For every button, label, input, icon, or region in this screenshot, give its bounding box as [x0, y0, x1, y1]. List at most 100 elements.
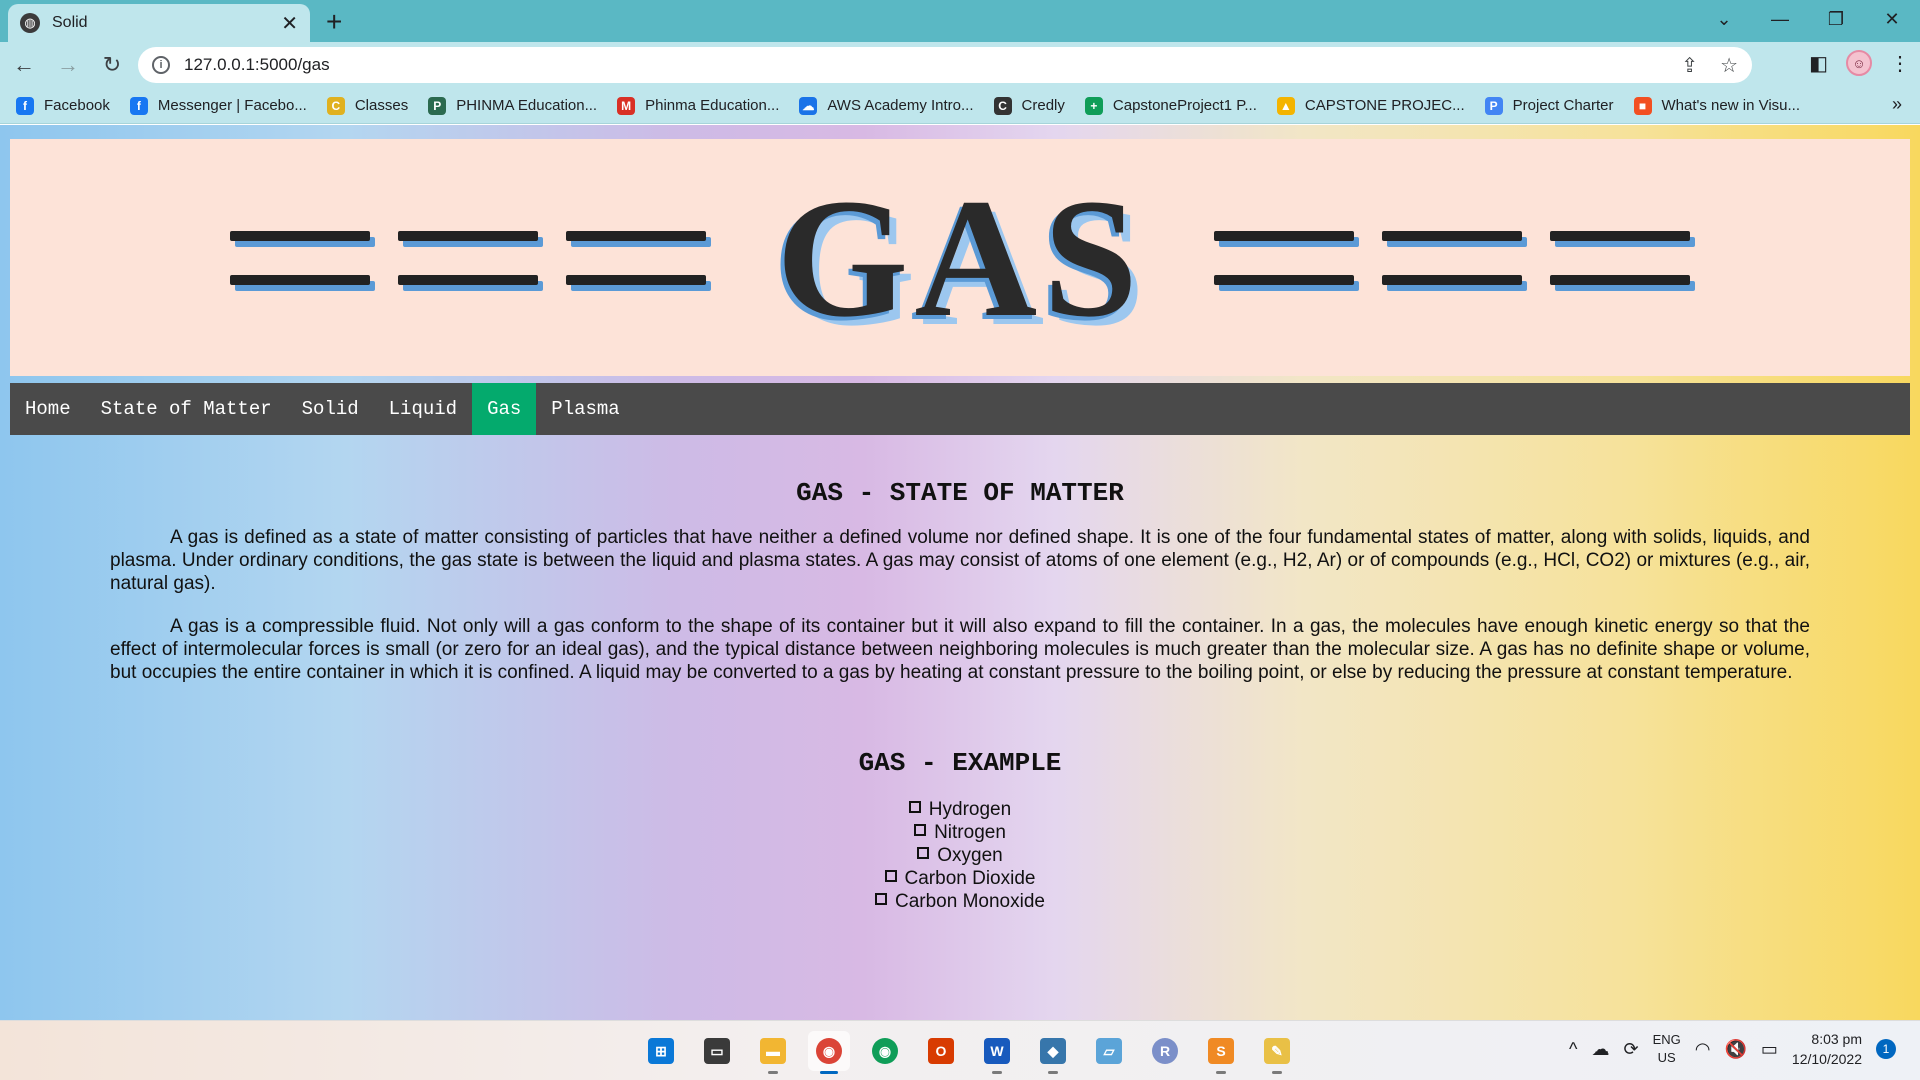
nav-item-liquid[interactable]: Liquid	[374, 383, 472, 435]
list-item: Oxygen	[110, 844, 1810, 867]
nav-item-state-of-matter[interactable]: State of Matter	[86, 383, 287, 435]
windows-taskbar: ⊞ ▭ ▬ ◉ ◉ O W ◆ ▱ R S ✎ ^ ☁ ⟳ ENG US ◠ 🔇…	[0, 1020, 1920, 1080]
file-explorer-button[interactable]: ▬	[752, 1031, 794, 1074]
menu-kebab-icon[interactable]: ⋮	[1890, 51, 1910, 76]
bookmark-favicon-icon: M	[617, 96, 636, 115]
bookmark-label: PHINMA Education...	[456, 97, 598, 114]
folder-icon: ▬	[760, 1038, 786, 1064]
bookmark-label: CAPSTONE PROJEC...	[1304, 97, 1465, 114]
bookmark-item[interactable]: P PHINMA Education...	[428, 96, 598, 115]
decorative-bars-left	[230, 230, 707, 285]
bookmark-item[interactable]: M Phinma Education...	[617, 96, 780, 115]
bookmark-item[interactable]: ■ What's new in Visu...	[1633, 96, 1800, 115]
reload-icon[interactable]: ↻	[92, 45, 132, 85]
system-tray: ^ ☁ ⟳ ENG US ◠ 🔇 ▭ 8:03 pm 12/10/2022 1	[1569, 1029, 1896, 1069]
bookmark-label: Credly	[1021, 97, 1065, 114]
start-button[interactable]: ⊞	[640, 1031, 682, 1071]
r-app-button[interactable]: R	[1144, 1031, 1186, 1071]
chrome-profile-button[interactable]: ◉	[864, 1031, 906, 1071]
python-idle-button[interactable]: ✎	[1256, 1031, 1298, 1074]
bookmark-item[interactable]: f Facebook	[16, 96, 110, 115]
bookmark-label: Messenger | Facebo...	[157, 97, 307, 114]
chevron-up-icon[interactable]: ^	[1569, 1039, 1577, 1060]
list-item: Hydrogen	[110, 798, 1810, 821]
restore-icon[interactable]: ❐	[1808, 0, 1864, 38]
sublime-icon: S	[1208, 1038, 1234, 1064]
bookmark-item[interactable]: C Credly	[993, 96, 1065, 115]
python-button[interactable]: ◆	[1032, 1031, 1074, 1074]
python-idle-icon: ✎	[1264, 1038, 1290, 1064]
bookmark-item[interactable]: C Classes	[326, 96, 408, 115]
bookmark-item[interactable]: P Project Charter	[1484, 96, 1614, 115]
notification-badge[interactable]: 1	[1876, 1039, 1896, 1059]
url-text[interactable]: 127.0.0.1:5000/gas	[184, 55, 1659, 75]
clock-date: 12/10/2022	[1791, 1051, 1862, 1067]
close-window-icon[interactable]: ✕	[1864, 0, 1920, 38]
toolbar-right: ◧ ☺ ⋮	[1809, 50, 1910, 76]
bookmarks-overflow-icon[interactable]: »	[1892, 94, 1902, 115]
window-controls: ⌄ — ❐ ✕	[1696, 0, 1920, 42]
sublime-button[interactable]: S	[1200, 1031, 1242, 1074]
bookmark-label: What's new in Visu...	[1661, 97, 1800, 114]
task-view-button[interactable]: ▭	[696, 1031, 738, 1071]
tab-search-icon[interactable]: ⌄	[1696, 0, 1752, 38]
address-bar[interactable]: i 127.0.0.1:5000/gas ⇪ ☆	[138, 47, 1752, 83]
bookmark-star-icon[interactable]: ☆	[1720, 53, 1738, 78]
profile-avatar[interactable]: ☺	[1846, 50, 1872, 76]
bookmark-favicon-icon: ☁	[799, 96, 818, 115]
language-indicator[interactable]: ENG US	[1653, 1031, 1681, 1067]
nav-item-gas[interactable]: Gas	[472, 383, 537, 435]
bookmark-item[interactable]: + CapstoneProject1 P...	[1084, 96, 1257, 115]
bookmark-favicon-icon: P	[1484, 96, 1503, 115]
sync-icon[interactable]: ⟳	[1624, 1039, 1639, 1060]
bookmark-item[interactable]: ▲ CAPSTONE PROJEC...	[1276, 96, 1465, 115]
new-tab-icon[interactable]: +	[326, 6, 342, 38]
bookmarks-bar: f Facebook f Messenger | Facebo... C Classes P…	[0, 88, 1920, 124]
taskbar-apps: ⊞ ▭ ▬ ◉ ◉ O W ◆ ▱ R S ✎	[640, 1031, 1298, 1074]
header-banner: GAS	[10, 139, 1910, 376]
office-button[interactable]: O	[920, 1031, 962, 1071]
list-item: Carbon Dioxide	[110, 867, 1810, 890]
bookmark-label: AWS Academy Intro...	[827, 97, 974, 114]
nav-item-solid[interactable]: Solid	[287, 383, 374, 435]
page-viewport: GAS Home State of Matter Solid Liquid Gas Pla…	[0, 125, 1920, 1020]
task-view-icon: ▭	[704, 1038, 730, 1064]
bookmark-favicon-icon: P	[428, 96, 447, 115]
vm-button[interactable]: ▱	[1088, 1031, 1130, 1071]
wifi-icon[interactable]: ◠	[1695, 1039, 1711, 1060]
bookmark-favicon-icon: ■	[1633, 96, 1652, 115]
cloud-icon[interactable]: ☁	[1592, 1039, 1610, 1060]
globe-icon: ◍	[20, 13, 40, 33]
volume-muted-icon[interactable]: 🔇	[1724, 1039, 1746, 1060]
chrome-profile-icon: ◉	[872, 1038, 898, 1064]
battery-icon[interactable]: ▭	[1761, 1039, 1778, 1060]
site-navbar: Home State of Matter Solid Liquid Gas Plasma	[10, 383, 1910, 435]
site-info-icon[interactable]: i	[152, 56, 170, 74]
browser-tab[interactable]: ◍ Solid ✕	[8, 4, 310, 42]
bookmark-item[interactable]: f Messenger | Facebo...	[129, 96, 307, 115]
bookmark-favicon-icon: C	[993, 96, 1012, 115]
r-icon: R	[1152, 1038, 1178, 1064]
side-panel-icon[interactable]: ◧	[1809, 51, 1828, 76]
browser-toolbar: ← → ↻ i 127.0.0.1:5000/gas ⇪ ☆ ◧ ☺ ⋮	[0, 42, 1920, 88]
python-icon: ◆	[1040, 1038, 1066, 1064]
nav-item-plasma[interactable]: Plasma	[536, 383, 634, 435]
bookmark-item[interactable]: ☁ AWS Academy Intro...	[799, 96, 974, 115]
chrome-button[interactable]: ◉	[808, 1031, 850, 1074]
bookmark-label: Phinma Education...	[645, 97, 780, 114]
clock[interactable]: 8:03 pm 12/10/2022	[1792, 1029, 1862, 1069]
bookmark-favicon-icon: ▲	[1276, 96, 1295, 115]
bookmark-favicon-icon: +	[1084, 96, 1103, 115]
close-tab-icon[interactable]: ✕	[281, 11, 298, 36]
nav-item-home[interactable]: Home	[10, 383, 86, 435]
list-item: Nitrogen	[110, 821, 1810, 844]
forward-icon[interactable]: →	[48, 45, 88, 85]
chrome-icon: ◉	[816, 1038, 842, 1064]
minimize-icon[interactable]: —	[1752, 0, 1808, 38]
back-icon[interactable]: ←	[4, 45, 44, 85]
share-icon[interactable]: ⇪	[1681, 53, 1698, 78]
word-button[interactable]: W	[976, 1031, 1018, 1074]
tab-title: Solid	[52, 14, 88, 31]
office-icon: O	[928, 1038, 954, 1064]
paragraph-properties: A gas is a compressible fluid. Not only …	[110, 616, 1810, 683]
